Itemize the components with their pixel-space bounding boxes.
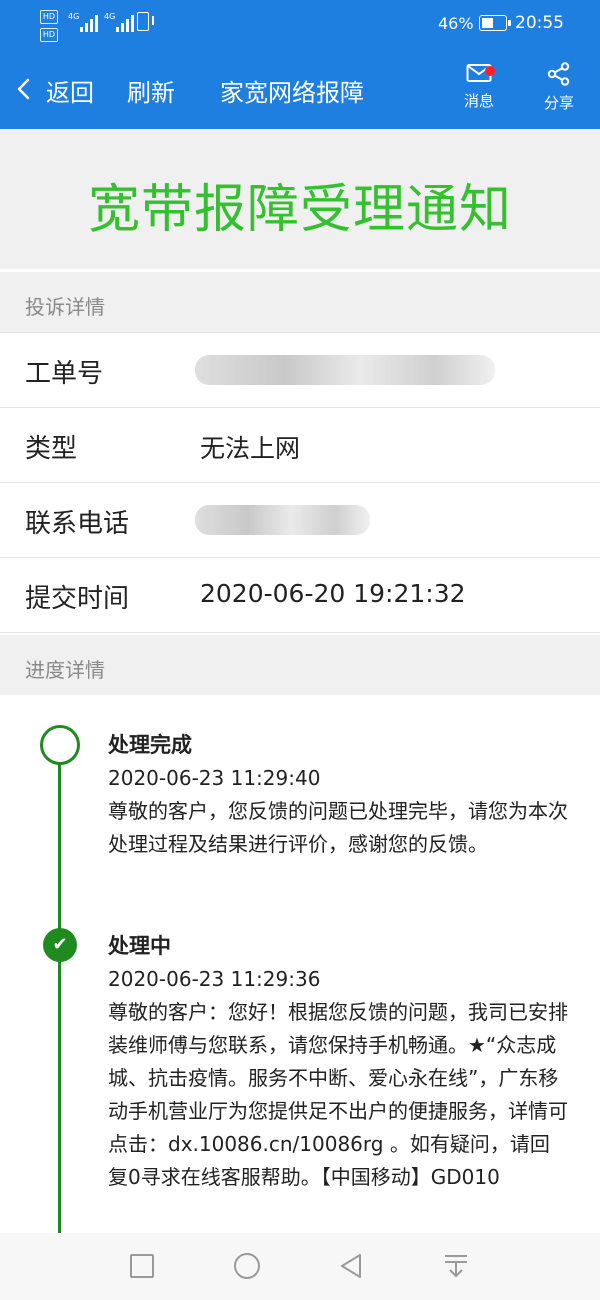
detail-key: 类型 <box>25 434 78 464</box>
detail-row-submit-time: 提交时间 2020-06-20 19:21:32 <box>0 557 600 633</box>
entry-status: 处理完成 <box>108 733 192 757</box>
timeline-entry: 处理中 2020-06-23 11:29:36 尊敬的客户：您好！根据您反馈的问… <box>108 929 568 1194</box>
battery-percent: 46% <box>438 14 474 33</box>
entry-status: 处理中 <box>108 934 171 958</box>
refresh-button[interactable]: 刷新 <box>127 73 175 108</box>
chevron-left-icon[interactable] <box>14 78 36 100</box>
progress-section-title: 进度详情 <box>25 658 105 682</box>
notice-header: 宽带报障受理通知 <box>0 129 600 269</box>
detail-row-phone: 联系电话 <box>0 482 600 557</box>
detail-key: 提交时间 <box>25 584 130 614</box>
timeline-entry: 处理完成 2020-06-23 11:29:40 尊敬的客户，您反馈的问题已处理… <box>108 728 568 861</box>
navigation-bar: 返回 刷新 家宽网络报障 消息 分享 <box>0 52 600 129</box>
network-type-label: 4G <box>68 12 80 21</box>
back-button[interactable]: 返回 <box>46 73 94 108</box>
complaint-section-title: 投诉详情 <box>25 295 105 319</box>
status-clock: 20:55 <box>515 13 564 33</box>
signal-icon <box>80 14 98 32</box>
detail-key: 联系电话 <box>25 509 130 539</box>
back-icon[interactable] <box>339 1253 363 1279</box>
notice-title: 宽带报障受理通知 <box>87 180 512 240</box>
vibrate-icon <box>132 12 154 31</box>
recent-apps-icon[interactable] <box>129 1253 155 1279</box>
entry-time: 2020-06-23 11:29:36 <box>108 967 321 991</box>
hd-badge: HD <box>40 28 58 42</box>
entry-message: 尊敬的客户，您反馈的问题已处理完毕，请您为本次处理过程及结果进行评价，感谢您的反… <box>108 799 568 856</box>
entry-time: 2020-06-23 11:29:40 <box>108 766 321 790</box>
home-icon[interactable] <box>233 1252 261 1280</box>
complaint-details-list: 工单号 类型 无法上网 联系电话 提交时间 2020-06-20 19:21:3… <box>0 332 600 633</box>
system-navigation-bar <box>0 1233 600 1300</box>
messages-label: 消息 <box>463 92 494 110</box>
share-label: 分享 <box>543 94 574 112</box>
detail-value: 2020-06-20 19:21:32 <box>200 579 466 608</box>
top-bar: HD HD 4G 4G 46% 20:55 返回 刷新 家宽网络报障 消息 分享 <box>0 0 600 129</box>
progress-timeline: ✔ 处理完成 2020-06-23 11:29:40 尊敬的客户，您反馈的问题已… <box>0 695 600 1235</box>
messages-button[interactable]: 消息 <box>449 62 509 111</box>
redacted-value <box>195 505 370 535</box>
detail-row-ticket-number: 工单号 <box>0 332 600 407</box>
battery-icon <box>479 15 511 31</box>
share-icon <box>547 62 570 86</box>
page-title: 家宽网络报障 <box>220 79 364 107</box>
detail-value: 无法上网 <box>200 434 301 463</box>
hd-badge: HD <box>40 10 58 24</box>
timeline-line <box>58 757 61 1235</box>
complaint-section-header: 投诉详情 <box>0 272 600 332</box>
entry-message: 尊敬的客户：您好！根据您反馈的问题，我司已安排装维师傅与您联系，请您保持手机畅通… <box>108 1000 568 1189</box>
check-circle-icon: ✔ <box>43 928 77 962</box>
status-bar: HD HD 4G 4G 46% 20:55 <box>0 0 600 50</box>
notification-shade-icon[interactable] <box>443 1253 469 1279</box>
detail-key: 工单号 <box>25 359 104 389</box>
unread-dot <box>485 66 495 76</box>
open-circle-icon <box>40 725 80 765</box>
network-type-label: 4G <box>104 12 116 21</box>
progress-section-header: 进度详情 <box>0 635 600 695</box>
share-button[interactable]: 分享 <box>529 62 589 113</box>
redacted-value <box>195 355 495 385</box>
detail-row-type: 类型 无法上网 <box>0 407 600 482</box>
